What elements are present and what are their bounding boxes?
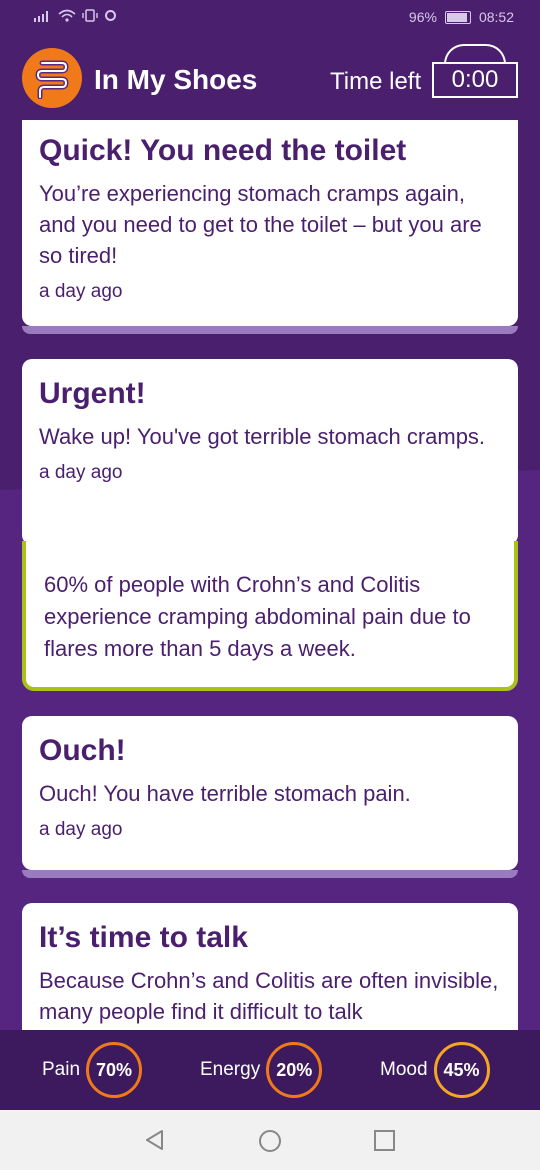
status-right: 96% 08:52 [409, 9, 514, 25]
card-title: It’s time to talk [39, 921, 248, 954]
card-shadow [22, 870, 518, 878]
notification-card[interactable]: Ouch! Ouch! You have terrible stomach pa… [22, 716, 518, 870]
back-triangle-icon[interactable] [142, 1128, 166, 1152]
card-title: Urgent! [39, 377, 146, 410]
stat-label: Energy [200, 1059, 261, 1080]
card-body: You’re experiencing stomach cramps again… [39, 181, 482, 268]
fact-panel: 60% of people with Crohn’s and Colitis e… [22, 541, 518, 691]
settings-status-icon [105, 10, 116, 21]
vibrate-icon [82, 9, 98, 22]
pain-stat: Pain 70% [42, 1040, 143, 1100]
wifi-icon [58, 9, 76, 22]
status-bar: 96% 08:52 [0, 0, 540, 36]
card-timestamp: a day ago [39, 819, 123, 840]
card-body: Because Crohn’s and Colitis are often in… [39, 968, 499, 1024]
card-title: Ouch! [39, 734, 126, 767]
signal-icon [34, 10, 48, 22]
stat-label: Mood [380, 1059, 428, 1080]
card-title: Quick! You need the toilet [39, 134, 407, 167]
energy-stat: Energy 20% [200, 1040, 323, 1100]
card-timestamp: a day ago [39, 462, 123, 483]
app-header: In My Shoes Time left 0:00 [0, 36, 540, 120]
recent-square-icon[interactable] [373, 1129, 397, 1153]
home-circle-icon[interactable] [257, 1128, 283, 1154]
notification-card[interactable]: It’s time to talk Because Crohn’s and Co… [22, 903, 518, 1030]
mood-stat: Mood 45% [380, 1040, 490, 1100]
card-shadow [22, 326, 518, 334]
timer-display: 0:00 [432, 62, 518, 98]
energy-ring: 20% [266, 1042, 323, 1098]
time-left-label: Time left [330, 68, 422, 95]
system-nav-bar [0, 1110, 540, 1170]
battery-icon [444, 10, 471, 24]
card-timestamp: a day ago [39, 281, 123, 302]
card-body: Ouch! You have terrible stomach pain. [39, 781, 411, 806]
status-icons-left [34, 9, 117, 22]
clock: 08:52 [478, 9, 514, 25]
stat-label: Pain [42, 1059, 81, 1080]
pain-ring: 70% [86, 1042, 143, 1098]
mood-ring: 45% [433, 1042, 490, 1098]
notification-feed[interactable]: Quick! You need the toilet You’re experi… [0, 120, 540, 1030]
card-body: Wake up! You've got terrible stomach cra… [39, 424, 486, 449]
notification-card[interactable]: Quick! You need the toilet You’re experi… [22, 120, 518, 326]
battery-percent: 96% [408, 9, 437, 25]
stopwatch-top-icon [444, 44, 506, 64]
intestine-icon[interactable] [22, 48, 82, 108]
notification-card[interactable]: Urgent! Wake up! You've got terrible sto… [22, 359, 518, 545]
app-title: In My Shoes [94, 64, 258, 95]
stats-bar: Pain 70% Energy 20% Mood 45% [0, 1030, 540, 1110]
